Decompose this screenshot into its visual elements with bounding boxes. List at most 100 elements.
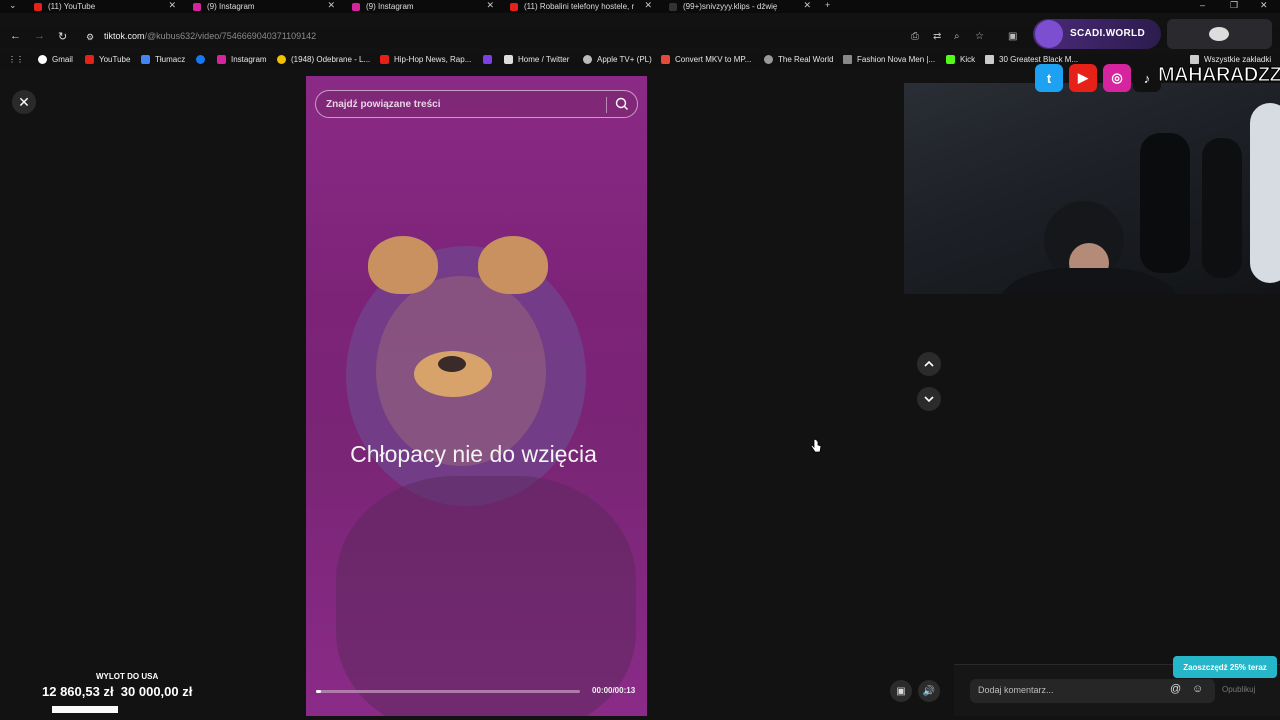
bookmark-label: Kick bbox=[960, 55, 976, 64]
apps-grid-icon[interactable]: ⋮⋮ bbox=[8, 55, 24, 64]
window-close-icon[interactable]: ✕ bbox=[1260, 0, 1268, 11]
bookmark-fashionnova[interactable]: Fashion Nova Men |... bbox=[843, 55, 935, 64]
video-frame-shape bbox=[336, 476, 636, 716]
install-app-icon[interactable]: ⎙ bbox=[911, 31, 919, 42]
youtube-icon bbox=[85, 55, 94, 64]
tab-title: (9) Instagram bbox=[207, 2, 255, 11]
bookmark-gmail[interactable]: Gmail bbox=[38, 55, 73, 64]
bookmark-label: Tłumacz bbox=[155, 55, 186, 64]
tab-title: (11) Robalini telefony hostele, r bbox=[524, 2, 635, 11]
next-video-button[interactable] bbox=[917, 387, 941, 411]
youtube-icon bbox=[380, 55, 389, 64]
browser-tab[interactable]: (11) YouTube ✕ bbox=[34, 0, 176, 13]
bookmark-hiphop[interactable]: Hip-Hop News, Rap... bbox=[380, 55, 471, 64]
translate-icon bbox=[141, 55, 150, 64]
previous-video-button[interactable] bbox=[917, 352, 941, 376]
bookmark-label: The Real World bbox=[778, 55, 834, 64]
scadi-world-label: SCADI.WORLD bbox=[1070, 28, 1145, 39]
bookmark-realworld[interactable]: The Real World bbox=[764, 55, 833, 64]
bookmark-label: Gmail bbox=[52, 55, 73, 64]
streamer-webcam bbox=[904, 83, 1280, 294]
webcam-person-body bbox=[999, 268, 1179, 294]
comment-placeholder: Dodaj komentarz... bbox=[978, 685, 1054, 695]
browser-tab-active[interactable]: (99+)snivzyyy.klips - dźwię ✕ bbox=[669, 0, 811, 13]
bookmark-30greatest[interactable]: 30 Greatest Black M... bbox=[985, 55, 1078, 64]
donation-goal-values: 12 860,53 zł 30 000,00 zł bbox=[42, 684, 192, 699]
bookmark-label: YouTube bbox=[99, 55, 131, 64]
search-divider bbox=[606, 97, 607, 113]
smiley-icon bbox=[277, 55, 286, 64]
minimize-icon[interactable]: – bbox=[1200, 0, 1205, 10]
tab-close-icon[interactable]: ✕ bbox=[803, 0, 811, 11]
mention-icon[interactable]: @ bbox=[1170, 683, 1181, 695]
instagram-icon bbox=[217, 55, 226, 64]
video-caption: Chłopacy nie do wzięcia bbox=[350, 441, 597, 467]
extension-icon[interactable]: ▣ bbox=[1008, 31, 1017, 42]
all-bookmarks[interactable]: Wszystkie zakładki bbox=[1190, 55, 1271, 64]
tab-favicon-icon bbox=[193, 2, 201, 11]
close-icon: ✕ bbox=[18, 93, 30, 110]
scadi-mascot-icon bbox=[1035, 20, 1063, 48]
webcam-window bbox=[1250, 103, 1280, 283]
google-icon bbox=[38, 55, 47, 64]
kick-icon bbox=[946, 55, 955, 64]
bookmark-convert[interactable]: Convert MKV to MP... bbox=[661, 55, 751, 64]
bookmark-twitch[interactable] bbox=[483, 55, 497, 64]
bookmark-label: Hip-Hop News, Rap... bbox=[394, 55, 472, 64]
tab-favicon-icon bbox=[510, 2, 518, 11]
bookmark-twitter[interactable]: Home / Twitter bbox=[504, 55, 569, 64]
bookmark-translate[interactable]: Tłumacz bbox=[141, 55, 185, 64]
forward-icon[interactable]: → bbox=[34, 30, 45, 42]
webcam-doorway bbox=[1140, 133, 1190, 273]
globe-icon bbox=[764, 55, 773, 64]
save-promo-badge[interactable]: Zaoszczędź 25% teraz bbox=[1173, 656, 1277, 678]
tab-close-icon[interactable]: ✕ bbox=[327, 0, 335, 11]
bookmark-appletv[interactable]: Apple TV+ (PL) bbox=[583, 55, 652, 64]
search-icon[interactable] bbox=[614, 96, 630, 112]
tab-close-icon[interactable]: ✕ bbox=[486, 0, 494, 11]
tab-list-chevron-icon[interactable]: ⌄ bbox=[9, 0, 17, 11]
browser-tab[interactable]: (11) Robalini telefony hostele, r ✕ bbox=[510, 0, 652, 13]
streamer-handle: MAHARADZZA bbox=[1157, 64, 1280, 87]
site-info-icon[interactable]: ⚙ bbox=[86, 32, 94, 43]
bookmark-label: Convert MKV to MP... bbox=[675, 55, 752, 64]
bookmark-label: Home / Twitter bbox=[518, 55, 570, 64]
twitch-icon bbox=[483, 55, 492, 64]
back-icon[interactable]: ← bbox=[10, 30, 21, 42]
tab-close-icon[interactable]: ✕ bbox=[168, 0, 176, 11]
emoji-icon[interactable]: ☺ bbox=[1192, 683, 1203, 695]
url-field[interactable]: tiktok.com/@kubus632/video/7546669040371… bbox=[104, 31, 316, 41]
reload-icon[interactable]: ↻ bbox=[58, 30, 67, 43]
restore-icon[interactable]: ❐ bbox=[1230, 0, 1238, 11]
x-icon bbox=[504, 55, 513, 64]
new-tab-icon[interactable]: + bbox=[825, 0, 830, 10]
tab-close-icon[interactable]: ✕ bbox=[644, 0, 652, 11]
donation-goal-title: WYLOT DO USA bbox=[96, 672, 159, 681]
volume-button[interactable]: 🔊 bbox=[918, 680, 940, 702]
bookmark-facebook[interactable] bbox=[196, 55, 210, 64]
bookmark-star-icon[interactable]: ☆ bbox=[975, 31, 984, 42]
hand-cursor-icon bbox=[810, 438, 822, 453]
url-path: /@kubus632/video/7546669040371109142 bbox=[144, 31, 317, 41]
mini-player-button[interactable]: ▣ bbox=[890, 680, 912, 702]
youtube-icon: ▶ bbox=[1069, 64, 1097, 92]
video-player[interactable] bbox=[306, 76, 647, 716]
donation-goal-bar bbox=[52, 706, 118, 713]
folder-icon bbox=[1190, 55, 1199, 64]
zoom-icon[interactable]: ⌕ bbox=[954, 31, 960, 42]
dog-ear-left bbox=[368, 236, 438, 294]
logo-icon bbox=[1209, 27, 1229, 41]
video-progress-track[interactable] bbox=[316, 690, 580, 693]
comment-input[interactable]: Dodaj komentarz... @ ☺ bbox=[970, 679, 1215, 703]
translate-icon[interactable]: ⇄ bbox=[933, 31, 941, 42]
bookmark-youtube[interactable]: YouTube bbox=[85, 55, 130, 64]
close-video-button[interactable]: ✕ bbox=[12, 90, 36, 114]
bookmark-instagram[interactable]: Instagram bbox=[217, 55, 267, 64]
browser-tab[interactable]: (9) Instagram ✕ bbox=[352, 0, 494, 13]
bookmark-kick[interactable]: Kick bbox=[946, 55, 975, 64]
post-comment-button[interactable]: Opublikuj bbox=[1222, 685, 1255, 694]
browser-tab[interactable]: (9) Instagram ✕ bbox=[193, 0, 335, 13]
streamer-logo-badge bbox=[1167, 19, 1272, 49]
related-search-input[interactable]: Znajdź powiązane treści bbox=[315, 90, 638, 118]
bookmark-odebrane[interactable]: (1948) Odebrane - L... bbox=[277, 55, 370, 64]
